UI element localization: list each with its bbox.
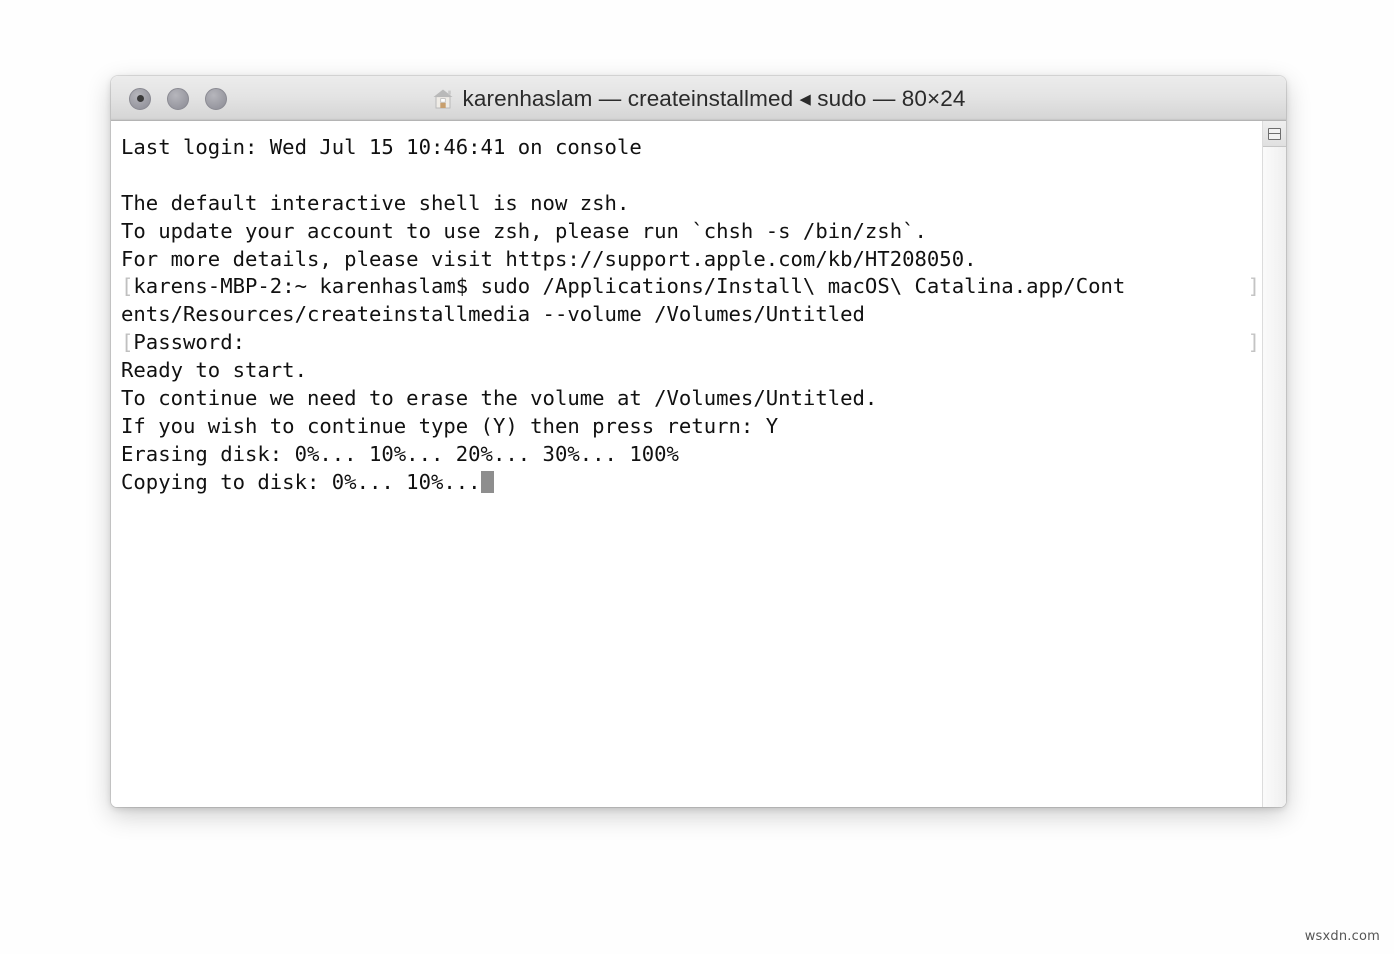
home-icon xyxy=(433,89,453,109)
text-cursor xyxy=(480,470,494,493)
terminal-line-text: If you wish to continue type (Y) then pr… xyxy=(121,413,779,438)
line-wrap-marker-left: [ xyxy=(121,274,134,299)
window-controls xyxy=(129,76,227,121)
terminal-output: Last login: Wed Jul 15 10:46:41 on conso… xyxy=(121,134,1262,497)
split-pane-icon xyxy=(1268,127,1281,140)
line-wrap-marker-left: [ xyxy=(121,330,134,355)
terminal-screen[interactable]: Last login: Wed Jul 15 10:46:41 on conso… xyxy=(111,121,1262,807)
close-button[interactable] xyxy=(129,87,151,110)
zoom-button[interactable] xyxy=(205,87,227,110)
terminal-line-text: To update your account to use zsh, pleas… xyxy=(121,218,927,243)
line-wrap-marker-right: ] xyxy=(1247,274,1260,299)
terminal-line-text: Last login: Wed Jul 15 10:46:41 on conso… xyxy=(121,135,642,159)
window-titlebar[interactable]: karenhaslam — createinstallmed ◂ sudo — … xyxy=(111,76,1286,121)
minimize-button[interactable] xyxy=(167,87,189,110)
terminal-line-text: For more details, please visit https://s… xyxy=(121,246,977,271)
terminal-line: If you wish to continue type (Y) then pr… xyxy=(121,413,1262,441)
terminal-line-text: ents/Resources/createinstallmedia --volu… xyxy=(121,302,865,327)
terminal-line: Last login: Wed Jul 15 10:46:41 on conso… xyxy=(121,134,1262,162)
terminal-body[interactable]: Last login: Wed Jul 15 10:46:41 on conso… xyxy=(111,121,1286,807)
terminal-line-text: Erasing disk: 0%... 10%... 20%... 30%...… xyxy=(121,441,679,466)
terminal-line: ents/Resources/createinstallmedia --volu… xyxy=(121,301,1262,329)
line-wrap-marker-right: ] xyxy=(1247,330,1260,355)
terminal-line: The default interactive shell is now zsh… xyxy=(121,190,1262,218)
terminal-line: For more details, please visit https://s… xyxy=(121,246,1262,274)
close-icon xyxy=(136,95,144,102)
watermark: wsxdn.com xyxy=(1304,929,1380,944)
terminal-line: [karens-MBP-2:~ karenhaslam$ sudo /Appli… xyxy=(121,273,1262,301)
terminal-line: Ready to start. xyxy=(121,357,1262,385)
vertical-scrollbar[interactable] xyxy=(1262,121,1286,807)
terminal-line-text: The default interactive shell is now zsh… xyxy=(121,190,630,215)
terminal-line: [Password:] xyxy=(121,329,1262,357)
terminal-line-text: karens-MBP-2:~ karenhaslam$ sudo /Applic… xyxy=(133,274,1126,299)
terminal-line-text: To continue we need to erase the volume … xyxy=(121,386,878,411)
terminal-line: Erasing disk: 0%... 10%... 20%... 30%...… xyxy=(121,441,1262,469)
terminal-line-text: Copying to disk: 0%... 10%... xyxy=(121,469,481,494)
terminal-line: Copying to disk: 0%... 10%... xyxy=(121,469,1262,497)
title-block: karenhaslam — createinstallmed ◂ sudo — … xyxy=(111,76,1286,121)
split-pane-button[interactable] xyxy=(1263,121,1286,147)
terminal-line-text: Password: xyxy=(133,330,245,355)
terminal-line: To update your account to use zsh, pleas… xyxy=(121,218,1262,246)
window-title: karenhaslam — createinstallmed ◂ sudo — … xyxy=(462,85,966,111)
desktop-background: karenhaslam — createinstallmed ◂ sudo — … xyxy=(0,0,1394,954)
terminal-line-text: Ready to start. xyxy=(121,358,307,383)
terminal-line: To continue we need to erase the volume … xyxy=(121,385,1262,413)
terminal-window[interactable]: karenhaslam — createinstallmed ◂ sudo — … xyxy=(111,76,1286,807)
